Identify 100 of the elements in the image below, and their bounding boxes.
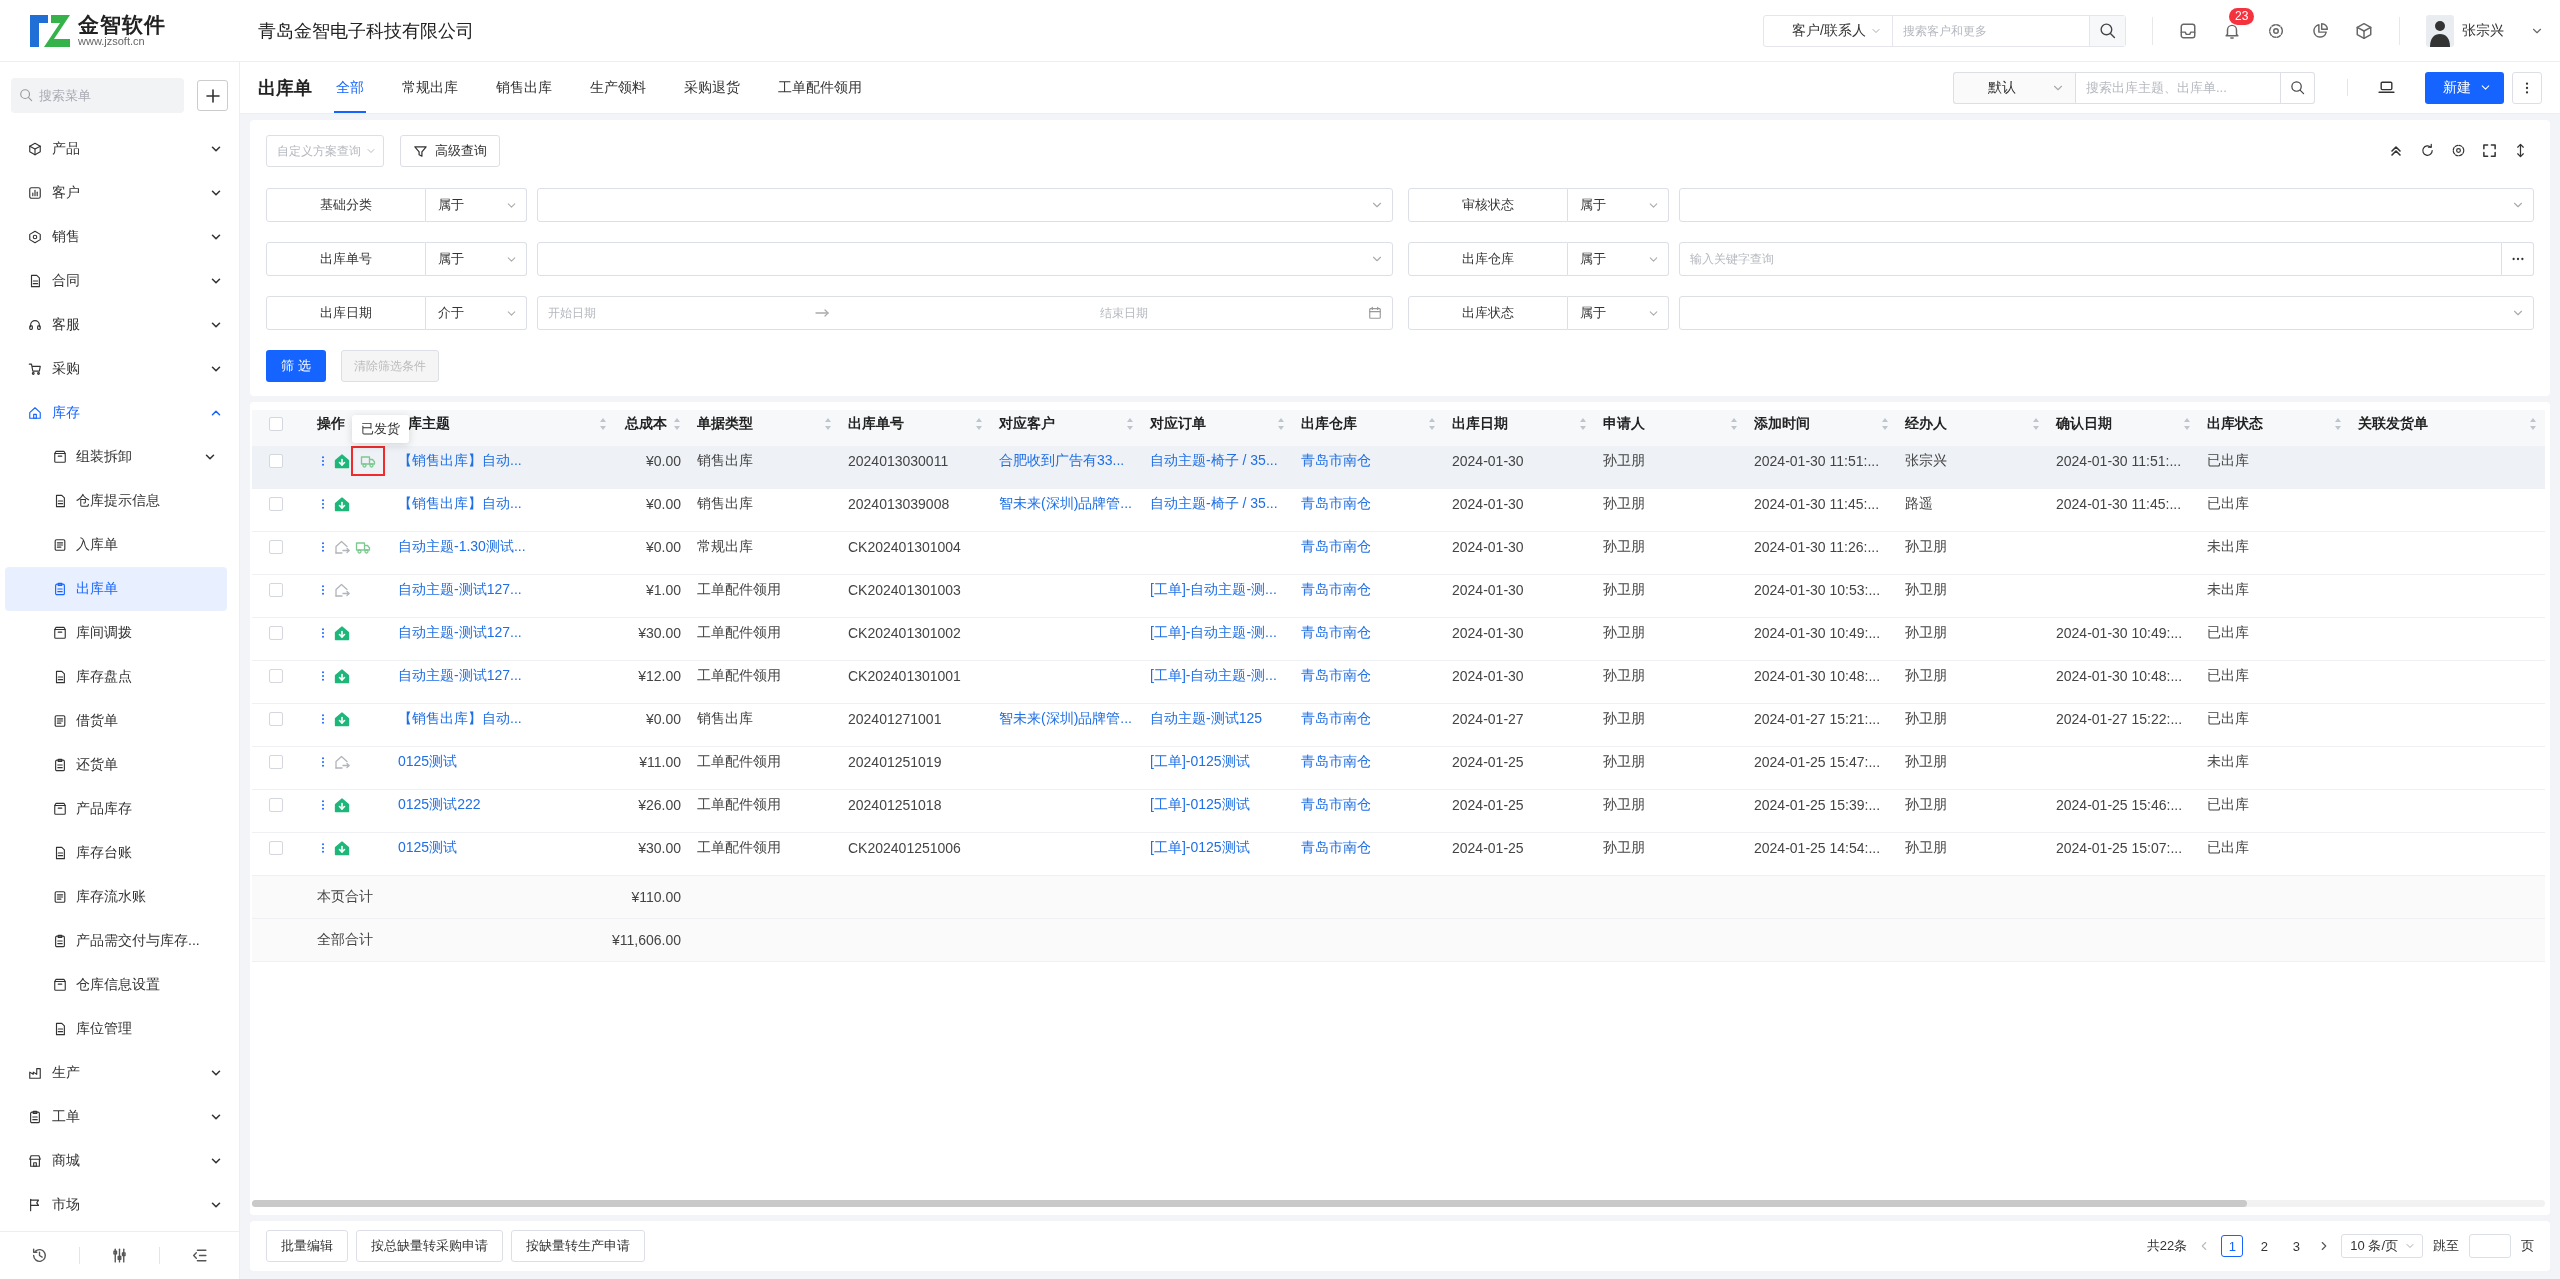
filter-button[interactable]: 筛 选 — [266, 350, 326, 382]
house-arrow-icon[interactable] — [334, 496, 350, 512]
checkbox[interactable] — [269, 712, 283, 726]
house-outline-icon[interactable] — [334, 539, 350, 555]
submenu-item[interactable]: 出库单 — [5, 567, 227, 611]
table-row[interactable]: 自动主题-测试127... ¥1.00 工单配件领用 CK202401301003 [工单]-自动主题-测... 青岛市南仓 2024-01-30 孙卫朋 2024-01-30 10:53:... 孙卫朋 未出库 — [252, 575, 2545, 618]
sort-icon[interactable] — [975, 416, 983, 431]
link[interactable]: 青岛市南仓 — [1301, 667, 1371, 685]
submenu-item[interactable]: 产品需交付与库存... — [5, 919, 227, 963]
table-row[interactable]: 自动主题-测试127... ¥30.00 工单配件领用 CK202401301002 [工单]-自动主题-测... 青岛市南仓 2024-01-30 孙卫朋 2024-01-30 10:49:... 孙卫朋 2024-01-30 10:49:... 已出库 — [252, 618, 2545, 661]
submenu-item[interactable]: 组装拆卸 — [5, 435, 227, 479]
tab[interactable]: 全部 — [334, 62, 366, 113]
link[interactable]: 智未来(深圳)品牌管... — [999, 495, 1132, 513]
link[interactable]: [工单]-0125测试 — [1150, 753, 1250, 771]
fullscreen-icon[interactable] — [2482, 143, 2497, 158]
tab[interactable]: 生产领料 — [588, 62, 648, 113]
link[interactable]: 青岛市南仓 — [1301, 710, 1371, 728]
house-arrow-icon[interactable] — [334, 840, 350, 856]
submenu-item[interactable]: 产品库存 — [5, 787, 227, 831]
checkbox[interactable] — [269, 540, 283, 554]
history-icon[interactable] — [31, 1247, 48, 1264]
page-button[interactable]: 1 — [2221, 1235, 2244, 1257]
pie-chart-icon[interactable] — [2311, 21, 2329, 40]
sort-icon[interactable] — [1428, 416, 1436, 431]
table-row[interactable]: 【销售出库】自动... ¥0.00 销售出库 2024013039008 智未来(深圳)品牌管... 自动主题-椅子 / 35... 青岛市南仓 2024-01-30 孙卫朋 2024-01-30 11:45:... 路遥 2024-01-30 11:45:... 已出库 — [252, 489, 2545, 532]
page-button[interactable]: 3 — [2285, 1235, 2308, 1257]
link[interactable]: 0125测试 — [398, 839, 458, 857]
menu-item[interactable]: 客户 — [0, 171, 239, 215]
menu-item[interactable]: 工单 — [0, 1095, 239, 1139]
table-row[interactable]: 0125测试222 ¥26.00 工单配件领用 202401251018 [工单]-0125测试 青岛市南仓 2024-01-25 孙卫朋 2024-01-25 15:39:... 孙卫朋 2024-01-25 15:46:... 已出库 — [252, 790, 2545, 833]
value-select[interactable] — [1678, 188, 2534, 222]
link[interactable]: 智未来(深圳)品牌管... — [999, 710, 1132, 728]
search-button[interactable] — [2281, 71, 2315, 104]
menu-item[interactable]: 销售 — [0, 215, 239, 259]
house-outline-icon[interactable] — [334, 754, 350, 770]
submenu-item[interactable]: 入库单 — [5, 523, 227, 567]
link[interactable]: 青岛市南仓 — [1301, 796, 1371, 814]
link[interactable]: 青岛市南仓 — [1301, 839, 1371, 857]
house-outline-icon[interactable] — [334, 582, 350, 598]
sort-icon[interactable] — [1126, 416, 1134, 431]
submenu-item[interactable]: 库存台账 — [5, 831, 227, 875]
house-arrow-icon[interactable] — [334, 711, 350, 727]
menu-item[interactable]: 产品 — [0, 127, 239, 171]
checkbox[interactable] — [269, 416, 283, 431]
link[interactable]: 合肥收到广告有33... — [999, 452, 1125, 470]
checkbox[interactable] — [269, 755, 283, 769]
house-arrow-icon[interactable] — [334, 453, 350, 469]
submenu-item[interactable]: 库间调拨 — [5, 611, 227, 655]
link[interactable]: 青岛市南仓 — [1301, 495, 1371, 513]
inbox-icon[interactable] — [2179, 21, 2197, 40]
cube-icon[interactable] — [2355, 21, 2373, 40]
link[interactable]: 自动主题-椅子 / 35... — [1150, 452, 1278, 470]
advanced-search-button[interactable]: 高级查询 — [400, 135, 500, 167]
operator-select[interactable]: 介于 — [426, 296, 527, 330]
sort-icon[interactable] — [1277, 416, 1285, 431]
page-button[interactable]: 2 — [2253, 1235, 2276, 1257]
tab[interactable]: 采购退货 — [682, 62, 742, 113]
sort-icon[interactable] — [824, 416, 832, 431]
link[interactable]: 青岛市南仓 — [1301, 624, 1371, 642]
checkbox[interactable] — [269, 669, 283, 683]
sort-icon[interactable] — [2032, 416, 2040, 431]
submenu-item[interactable]: 库存流水账 — [5, 875, 227, 919]
page-size-select[interactable]: 10 条/页 — [2341, 1234, 2423, 1258]
operator-select[interactable]: 属于 — [426, 188, 527, 222]
value-select[interactable] — [537, 242, 1393, 276]
avatar[interactable] — [2426, 14, 2454, 47]
tab[interactable]: 销售出库 — [494, 62, 554, 113]
menu-item[interactable]: 商城 — [0, 1139, 239, 1183]
collapse-icon[interactable] — [2388, 143, 2404, 159]
operator-select[interactable]: 属于 — [1567, 296, 1669, 330]
table-row[interactable]: 自动主题-测试127... ¥12.00 工单配件领用 CK202401301001 [工单]-自动主题-测... 青岛市南仓 2024-01-30 孙卫朋 2024-01-30 10:48:... 孙卫朋 2024-01-30 10:48:... 已出库 — [252, 661, 2545, 704]
submenu-item[interactable]: 库位管理 — [5, 1007, 227, 1051]
link[interactable]: 【销售出库】自动... — [398, 710, 522, 728]
page-input[interactable] — [2469, 1234, 2511, 1258]
link[interactable]: 0125测试222 — [398, 796, 481, 814]
submenu-item[interactable]: 借货单 — [5, 699, 227, 743]
link[interactable]: 自动主题-测试125 — [1150, 710, 1263, 728]
action-button[interactable]: 批量编辑 — [266, 1230, 348, 1262]
link[interactable]: 自动主题-1.30测试... — [398, 538, 526, 556]
action-button[interactable]: 按总缺量转采购申请 — [356, 1230, 503, 1262]
checkbox[interactable] — [269, 626, 283, 640]
new-button[interactable]: 新建 — [2425, 71, 2504, 104]
menu-item[interactable]: 采购 — [0, 347, 239, 391]
operator-select[interactable]: 属于 — [1567, 242, 1669, 276]
link[interactable]: 0125测试 — [398, 753, 458, 771]
keyword-field[interactable]: 输入关键字查询 — [1678, 242, 2502, 276]
menu-item[interactable]: 市场 — [0, 1183, 239, 1227]
view-select[interactable]: 默认 — [1953, 71, 2075, 104]
sort-icon[interactable] — [2529, 416, 2537, 431]
operator-select[interactable]: 属于 — [426, 242, 527, 276]
add-button[interactable] — [197, 80, 228, 111]
sort-icon[interactable] — [1579, 416, 1587, 431]
checkbox[interactable] — [269, 841, 283, 855]
link[interactable]: 自动主题-测试127... — [398, 667, 522, 685]
tab[interactable]: 工单配件领用 — [776, 62, 864, 113]
link[interactable]: 【销售出库】自动... — [398, 452, 522, 470]
checkbox[interactable] — [269, 497, 283, 511]
sort-icon[interactable] — [1881, 416, 1889, 431]
link[interactable]: 青岛市南仓 — [1301, 538, 1371, 556]
link[interactable]: [工单]-自动主题-测... — [1150, 667, 1277, 685]
